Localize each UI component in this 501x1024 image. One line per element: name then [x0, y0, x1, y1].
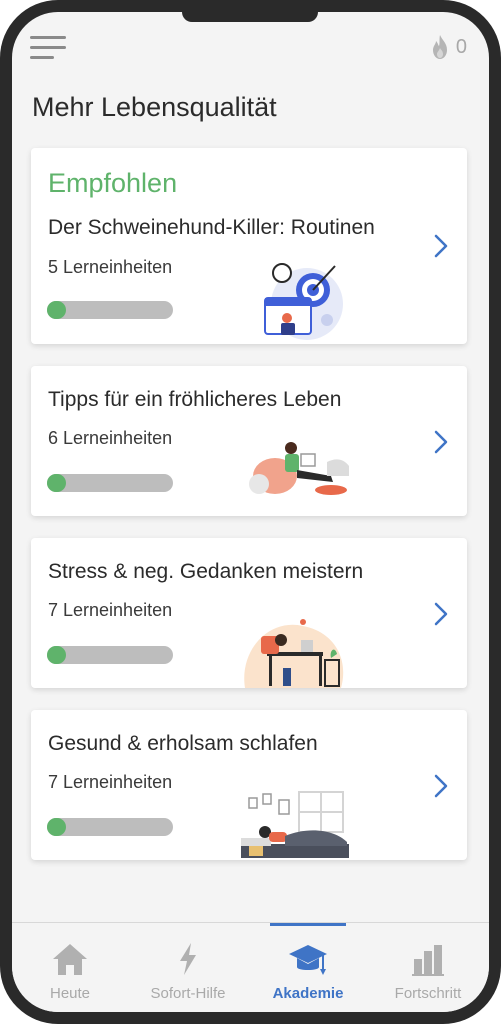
course-unit-count: 7 Lerneinheiten: [48, 772, 173, 792]
progress-fill: [47, 474, 66, 492]
course-card-stress[interactable]: Stress & neg. Gedanken meistern 7 Lernei…: [31, 538, 467, 688]
course-card-froehlicher[interactable]: Tipps für ein fröhlicheres Leben 6 Lerne…: [31, 366, 467, 516]
progress-fill: [47, 818, 66, 836]
course-unit-count: 6 Lerneinheiten: [48, 428, 173, 448]
course-progress-bar: [47, 301, 173, 319]
bottom-tab-bar: Heute Sofort-Hilfe Akademie Fortschritt: [12, 922, 489, 1012]
tab-sofort-hilfe[interactable]: Sofort-Hilfe: [128, 923, 248, 1012]
course-title: Gesund & erholsam schlafen: [48, 732, 318, 755]
tab-akademie[interactable]: Akademie: [248, 923, 368, 1012]
progress-fill: [47, 646, 66, 664]
home-icon: [53, 944, 87, 975]
recommended-label: Empfohlen: [48, 168, 178, 198]
tab-label: Fortschritt: [394, 985, 462, 1002]
graduation-cap-icon: [289, 945, 327, 975]
streak-counter: 0: [430, 34, 467, 60]
page-title: Mehr Lebensqualität: [32, 92, 277, 122]
tab-heute[interactable]: Heute: [12, 923, 130, 1012]
tab-label: Akademie: [272, 985, 344, 1002]
course-card-routinen[interactable]: Empfohlen Der Schweinehund-Killer: Routi…: [31, 148, 467, 344]
chevron-right-icon: [434, 234, 448, 258]
phone-frame: 0 Mehr Lebensqualität Empfohlen Der Schw…: [0, 0, 501, 1024]
power-button: [497, 300, 501, 370]
course-progress-bar: [47, 818, 173, 836]
bar-chart-icon: [412, 945, 444, 976]
volume-button: [497, 140, 501, 260]
course-unit-count: 5 Lerneinheiten: [48, 257, 173, 277]
chevron-right-icon: [434, 774, 448, 798]
sleeping-bed-illustration: [241, 791, 349, 858]
reading-beanbag-illustration: [249, 442, 349, 495]
menu-icon[interactable]: [30, 34, 68, 62]
course-unit-count: 7 Lerneinheiten: [48, 600, 173, 620]
tab-fortschritt[interactable]: Fortschritt: [368, 923, 488, 1012]
progress-fill: [47, 301, 66, 319]
course-progress-bar: [47, 474, 173, 492]
chevron-right-icon: [434, 602, 448, 626]
app-screen: 0 Mehr Lebensqualität Empfohlen Der Schw…: [12, 12, 489, 1012]
course-title: Stress & neg. Gedanken meistern: [48, 560, 364, 583]
bolt-icon: [180, 943, 196, 975]
stressed-desk-illustration: [244, 619, 344, 688]
course-card-schlafen[interactable]: Gesund & erholsam schlafen 7 Lerneinheit…: [31, 710, 467, 860]
flame-icon: [432, 35, 447, 59]
course-title: Der Schweinehund-Killer: Routinen: [48, 216, 375, 239]
device-notch: [182, 12, 318, 22]
course-progress-bar: [47, 646, 173, 664]
course-title: Tipps für ein fröhlicheres Leben: [48, 388, 342, 411]
tab-label: Sofort-Hilfe: [150, 985, 226, 1002]
chevron-right-icon: [434, 430, 448, 454]
tab-label: Heute: [49, 985, 91, 1002]
streak-count: 0: [455, 35, 467, 58]
target-calendar-illustration: [264, 263, 343, 340]
active-tab-indicator: [270, 923, 346, 926]
